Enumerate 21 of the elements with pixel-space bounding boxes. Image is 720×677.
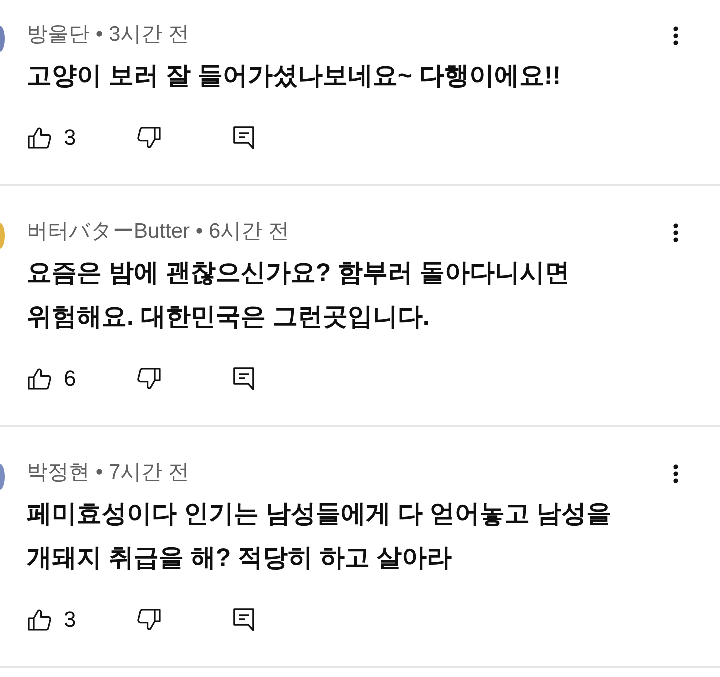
comment-byline: 방울단 • 3시간 전 [27,22,191,48]
comment-text: 고양이 보러 잘 들어가셨나보네요~ 다행이에요!! [27,61,562,92]
comment-byline: 박정현 • 7시간 전 [27,460,191,486]
thumbs-down-icon[interactable] [137,609,161,631]
thumbs-up-icon [28,609,52,631]
more-options-icon[interactable] [673,26,679,46]
thumbs-down-icon[interactable] [137,368,161,390]
speech-bubble-icon[interactable] [233,608,255,632]
thumbs-up-icon [28,127,52,149]
more-options-icon[interactable] [673,222,679,242]
comment-byline: 버터バターButter • 6시간 전 [27,219,291,245]
like-button[interactable]: 3 [28,607,76,633]
more-options-icon[interactable] [673,464,679,484]
thumbs-up-icon [28,368,52,390]
like-button[interactable]: 6 [28,366,76,392]
thumbs-down-icon[interactable] [137,127,161,149]
speech-bubble-icon[interactable] [233,367,255,391]
like-button[interactable]: 3 [28,125,76,151]
comment-text: 페미효성이다 인기는 남성들에게 다 얻어놓고 남성을 개돼지 취급을 해? 적당히 하고 살아라 [27,499,613,574]
speech-bubble-icon[interactable] [233,126,255,150]
comment-text: 요즘은 밤에 괜찮으신가요? 함부러 돌아다니시면 위험해요. 대한민국은 그런곳입니다. [27,258,572,333]
